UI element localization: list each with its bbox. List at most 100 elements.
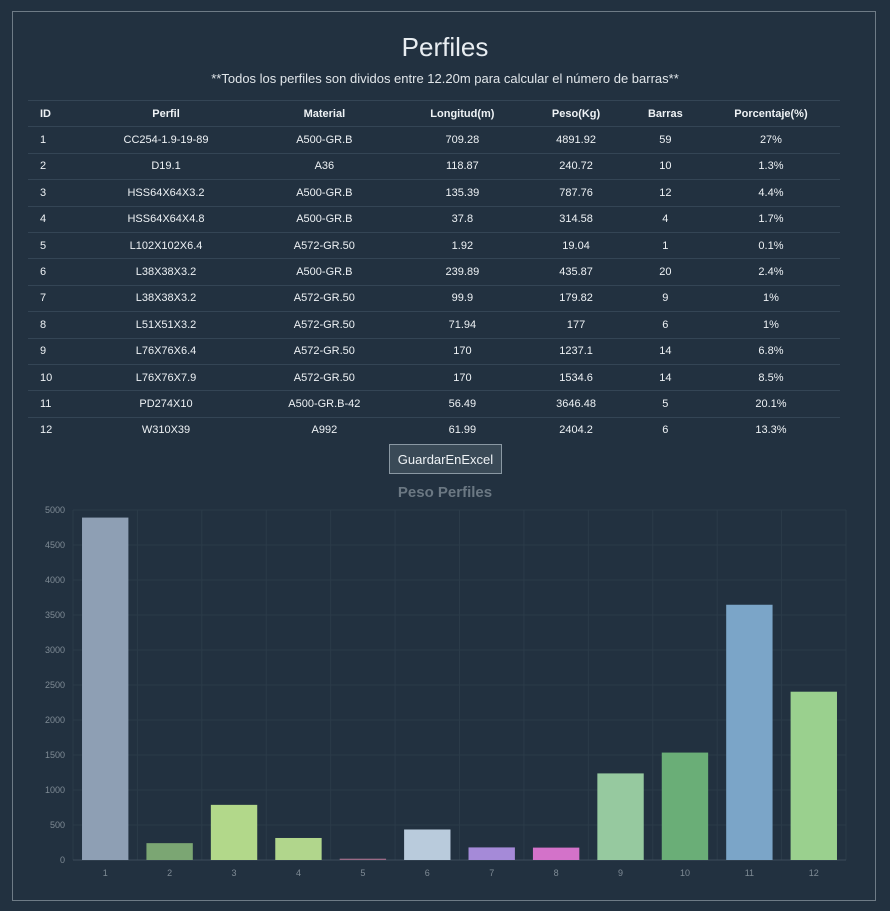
column-header: Perfil xyxy=(84,99,248,127)
table-cell: A500-GR.B xyxy=(247,258,402,286)
chart-title: Peso Perfiles xyxy=(398,484,492,501)
table-cell: HSS64X64X3.2 xyxy=(84,179,248,207)
table-cell: 9 xyxy=(628,284,702,312)
table-cell: 118.87 xyxy=(401,152,524,180)
table-cell: L38X38X3.2 xyxy=(84,284,248,312)
table-cell: L76X76X7.9 xyxy=(84,363,248,391)
table-cell: 1534.6 xyxy=(523,363,629,391)
table-cell: A500-GR.B-42 xyxy=(247,390,402,418)
x-tick-label: 12 xyxy=(809,868,819,878)
x-tick-label: 11 xyxy=(745,868,754,878)
y-tick-label: 3500 xyxy=(45,610,65,620)
table-cell: 239.89 xyxy=(401,258,524,286)
page-title: Perfiles xyxy=(401,32,489,62)
table-cell: 2404.2 xyxy=(523,416,629,444)
table-cell: A500-GR.B xyxy=(247,205,402,233)
x-tick-label: 7 xyxy=(489,868,494,878)
table-cell: 5 xyxy=(628,390,702,418)
y-tick-label: 1000 xyxy=(45,785,65,795)
table-cell: L51X51X3.2 xyxy=(84,311,248,339)
table-row: 10 L76X76X7.9 A572-GR.50 170 1534.6 14 8.5% xyxy=(28,363,840,391)
bar xyxy=(146,843,193,860)
column-header: Peso(Kg) xyxy=(523,99,629,127)
table-row: 4 HSS64X64X4.8 A500-GR.B 37.8 314.58 4 1.7% xyxy=(28,205,840,233)
table-cell: 9 xyxy=(28,337,85,365)
table-cell: 1.92 xyxy=(401,231,524,259)
column-header: Material xyxy=(247,99,402,127)
table-cell: 240.72 xyxy=(523,152,629,180)
table-cell: 99.9 xyxy=(401,284,524,312)
y-tick-label: 2000 xyxy=(45,715,65,725)
table-cell: 435.87 xyxy=(523,258,629,286)
table-cell: 20 xyxy=(628,258,702,286)
table-cell: 4.4% xyxy=(701,179,840,207)
y-tick-label: 3000 xyxy=(45,645,65,655)
table-cell: 37.8 xyxy=(401,205,524,233)
y-tick-label: 1500 xyxy=(45,750,65,760)
x-tick-label: 5 xyxy=(360,868,365,878)
bar xyxy=(661,752,709,860)
table-cell: 11 xyxy=(28,390,85,418)
table-cell: 61.99 xyxy=(401,416,524,444)
save-excel-button[interactable]: GuardarEnExcel xyxy=(389,444,502,474)
table-cell: 6 xyxy=(28,258,85,286)
table-cell: 14 xyxy=(628,363,702,391)
table-row: 8 L51X51X3.2 A572-GR.50 71.94 177 6 1% xyxy=(28,311,840,339)
y-tick-label: 500 xyxy=(50,820,65,830)
table-cell: 10 xyxy=(628,152,702,180)
x-tick-label: 3 xyxy=(232,868,237,878)
bar xyxy=(790,691,837,860)
table-cell: 135.39 xyxy=(401,179,524,207)
table-cell: L102X102X6.4 xyxy=(84,231,248,259)
table-cell: 1% xyxy=(701,284,840,312)
y-tick-label: 0 xyxy=(60,855,65,865)
table-cell: 59 xyxy=(628,126,702,154)
table-cell: 13.3% xyxy=(701,416,840,444)
table-row: 7 L38X38X3.2 A572-GR.50 99.9 179.82 9 1% xyxy=(28,284,840,312)
table-cell: 10 xyxy=(28,363,85,391)
table-cell: 1 xyxy=(28,126,85,154)
x-tick-label: 6 xyxy=(425,868,430,878)
column-header: Longitud(m) xyxy=(401,99,524,127)
table-cell: 3646.48 xyxy=(523,390,629,418)
bar xyxy=(468,847,515,860)
x-tick-label: 8 xyxy=(554,868,559,878)
table-cell: 177 xyxy=(523,311,629,339)
table-row: 5 L102X102X6.4 A572-GR.50 1.92 19.04 1 0.1% xyxy=(28,231,840,259)
table-cell: 5 xyxy=(28,231,85,259)
table-cell: 787.76 xyxy=(523,179,629,207)
table-row: 6 L38X38X3.2 A500-GR.B 239.89 435.87 20 2.4% xyxy=(28,258,840,286)
table-cell: 1.7% xyxy=(701,205,840,233)
table-cell: 12 xyxy=(628,179,702,207)
table-cell: 709.28 xyxy=(401,126,524,154)
x-tick-label: 4 xyxy=(296,868,301,878)
table-cell: L38X38X3.2 xyxy=(84,258,248,286)
y-tick-label: 4500 xyxy=(45,540,65,550)
table-cell: 2.4% xyxy=(701,258,840,286)
table-cell: A36 xyxy=(247,152,402,180)
table-cell: 14 xyxy=(628,337,702,365)
bar xyxy=(210,804,258,860)
table-row: 1 CC254-1.9-19-89 A500-GR.B 709.28 4891.92 59… xyxy=(28,126,840,154)
table-cell: 12 xyxy=(28,416,85,444)
y-tick-label: 5000 xyxy=(45,505,65,515)
column-header: ID xyxy=(28,99,85,127)
table-cell: 71.94 xyxy=(401,311,524,339)
table-cell: 4891.92 xyxy=(523,126,629,154)
table-row: 3 HSS64X64X3.2 A500-GR.B 135.39 787.76 12 4.4% xyxy=(28,179,840,207)
table-cell: 1.3% xyxy=(701,152,840,180)
table-cell: 56.49 xyxy=(401,390,524,418)
table-cell: 1237.1 xyxy=(523,337,629,365)
table-cell: A992 xyxy=(247,416,402,444)
table-cell: 314.58 xyxy=(523,205,629,233)
table-cell: 8 xyxy=(28,311,85,339)
weight-bar-chart: Peso Perfiles050010001500200025003000350… xyxy=(45,484,847,878)
x-tick-label: 1 xyxy=(103,868,108,878)
bar xyxy=(404,829,451,860)
table-cell: A500-GR.B xyxy=(247,126,402,154)
table-cell: L76X76X6.4 xyxy=(84,337,248,365)
table-cell: 6 xyxy=(628,416,702,444)
bar xyxy=(532,847,580,860)
table-cell: A572-GR.50 xyxy=(247,311,402,339)
table-cell: W310X39 xyxy=(84,416,248,444)
